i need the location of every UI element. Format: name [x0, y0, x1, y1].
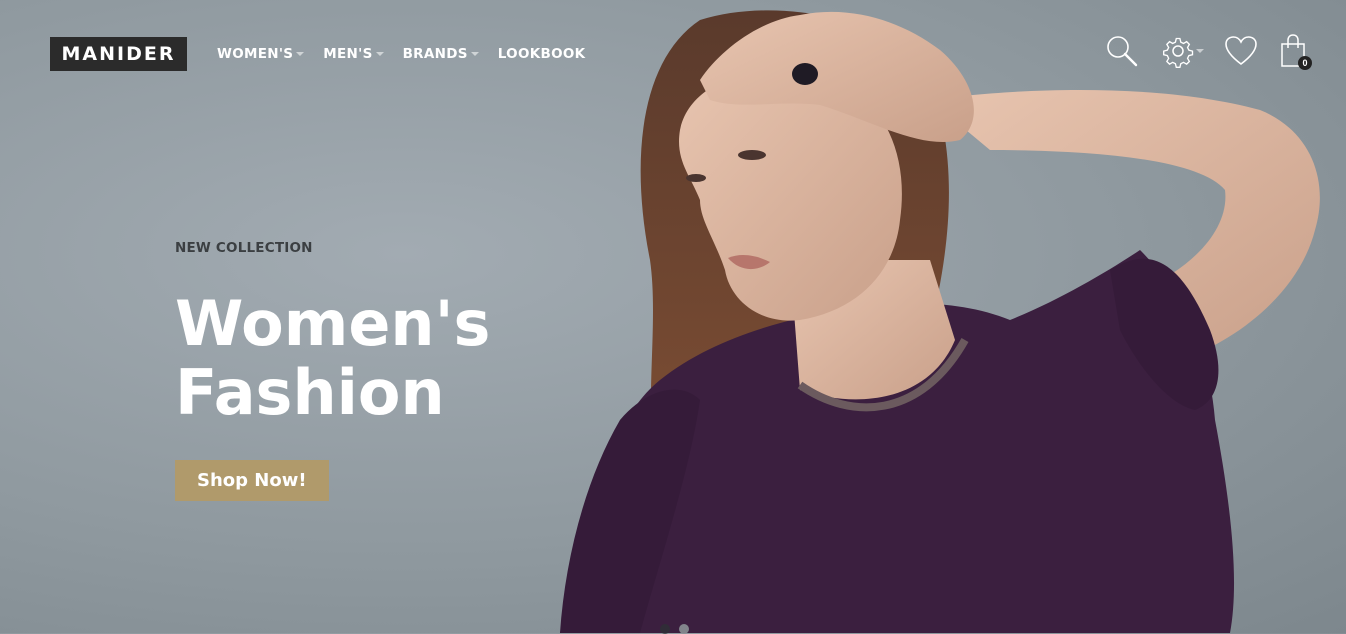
- nav-item-label: MEN'S: [323, 46, 373, 62]
- shop-now-button[interactable]: Shop Now!: [175, 460, 329, 501]
- cart-button[interactable]: 0: [1280, 34, 1312, 70]
- hero-eyebrow: NEW COLLECTION: [175, 240, 313, 256]
- wishlist-button[interactable]: [1224, 35, 1258, 67]
- nav-item-label: BRANDS: [402, 46, 468, 62]
- nav-item-lookbook[interactable]: LOOKBOOK: [498, 44, 586, 64]
- hero-headline-line1: Women's: [175, 287, 491, 360]
- hero-headline-line2: Fashion: [175, 356, 445, 429]
- logo[interactable]: MANIDER: [50, 37, 187, 71]
- site-header: MANIDER WOMEN'S MEN'S BRANDS LOOKBOOK 0: [0, 0, 1346, 105]
- header-icons: 0: [1105, 34, 1312, 70]
- search-button[interactable]: [1105, 34, 1139, 68]
- caret-down-icon: [1196, 49, 1204, 53]
- caret-down-icon: [470, 52, 479, 56]
- caret-down-icon: [375, 52, 384, 56]
- nav-item-womens[interactable]: WOMEN'S: [217, 44, 305, 64]
- cart-count-badge: 0: [1298, 56, 1312, 70]
- main-nav: WOMEN'S MEN'S BRANDS LOOKBOOK: [217, 44, 604, 64]
- heart-icon: [1225, 36, 1257, 66]
- settings-button[interactable]: [1161, 34, 1204, 68]
- nav-item-label: LOOKBOOK: [497, 46, 586, 62]
- caret-down-icon: [296, 52, 305, 56]
- hero-headline: Women's Fashion: [175, 289, 490, 427]
- hero-content: NEW COLLECTION Women's Fashion Shop Now!: [175, 240, 490, 501]
- nav-item-label: WOMEN'S: [217, 46, 294, 62]
- nav-item-brands[interactable]: BRANDS: [403, 44, 479, 64]
- search-icon: [1107, 36, 1138, 67]
- nav-item-mens[interactable]: MEN'S: [323, 44, 384, 64]
- gear-icon: [1163, 37, 1194, 68]
